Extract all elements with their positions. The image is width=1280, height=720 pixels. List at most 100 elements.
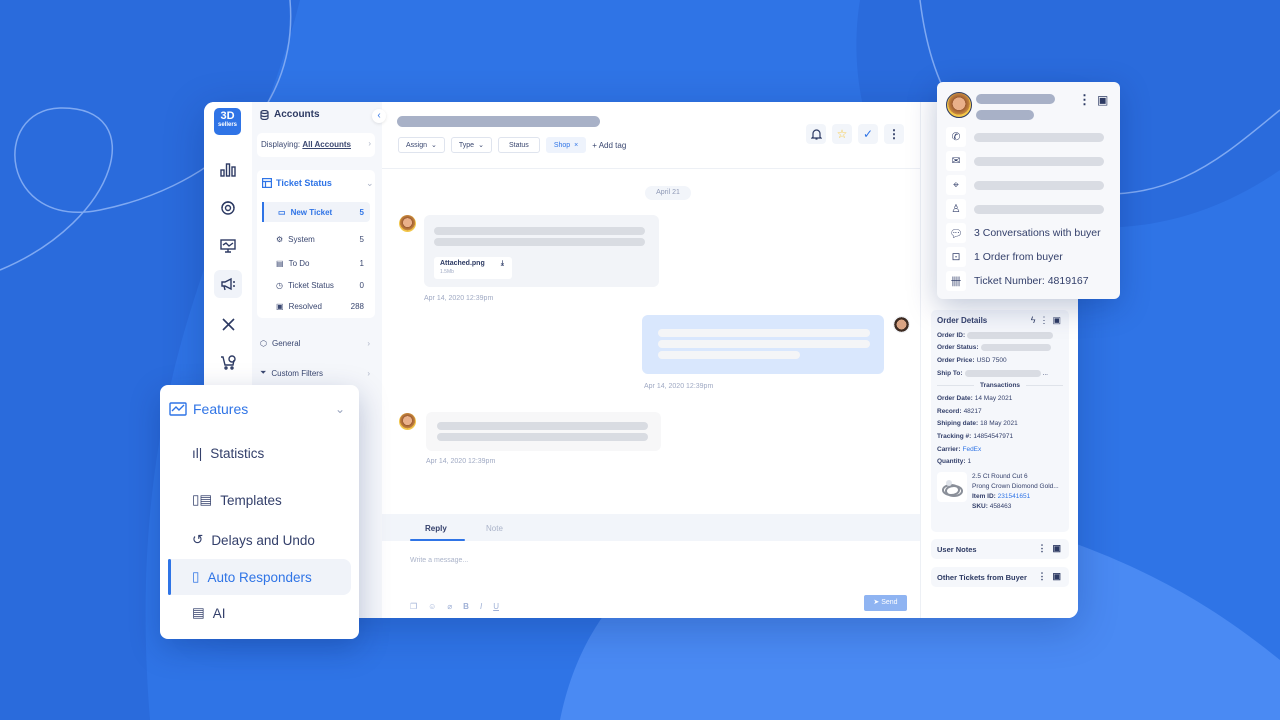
location-row: ⌖: [946, 175, 1104, 195]
item-label: To Do: [288, 258, 310, 268]
orders-row[interactable]: ⊡ 1 Order from buyer: [946, 247, 1063, 267]
features-header[interactable]: Features: [169, 401, 248, 417]
features-title: Features: [193, 401, 249, 417]
send-button[interactable]: ➤ Send: [864, 595, 907, 611]
star-icon[interactable]: ☆: [832, 124, 852, 144]
product-image: [937, 471, 967, 502]
status-button[interactable]: Status: [497, 137, 540, 153]
ellipsis: ...: [1042, 369, 1048, 377]
template-icon[interactable]: ❐: [410, 602, 417, 611]
emoji-icon[interactable]: ☺: [428, 602, 436, 611]
tab-reply[interactable]: Reply: [425, 524, 447, 533]
more-icon[interactable]: ⋮: [1037, 543, 1046, 554]
accounts-header: Accounts: [260, 109, 320, 120]
composer: Reply Note Write a message... ❐ ☺ ⌀ B I …: [382, 514, 920, 618]
message-input[interactable]: Write a message...: [410, 557, 468, 564]
feature-item-auto-responders[interactable]: ▯ Auto Responders: [168, 559, 351, 595]
conversations-count: 3 Conversations with buyer: [974, 227, 1101, 239]
expand-icon[interactable]: ▣: [1052, 543, 1061, 554]
download-icon[interactable]: ⤓: [501, 260, 504, 268]
label: Tracking #:: [937, 432, 972, 440]
statistics-icon[interactable]: [214, 156, 242, 184]
tools-icon[interactable]: [214, 310, 242, 338]
user-notes-title: User Notes: [937, 545, 977, 554]
more-icon[interactable]: ⋮: [1078, 92, 1091, 108]
bell-icon[interactable]: [806, 124, 826, 144]
phone-placeholder: [974, 132, 1104, 142]
ticket-status-header[interactable]: Ticket Status ⌄: [262, 178, 374, 188]
conversations-row[interactable]: 💬︎ 3 Conversations with buyer: [946, 223, 1101, 243]
chevron-right-icon: ›: [367, 368, 370, 378]
label: Item ID:: [972, 492, 996, 500]
cart-icon[interactable]: [214, 348, 242, 376]
ticket-status-item-system[interactable]: ⚙ System 5: [262, 229, 370, 249]
logo-subtext: sellers: [217, 122, 238, 128]
ticket-status-item-ticket-status[interactable]: ◷ Ticket Status 0: [262, 275, 370, 295]
support-icon[interactable]: [214, 194, 242, 222]
ticket-status-section: Ticket Status ⌄ ▭ New Ticket 5 ⚙ System 5 ▤ T…: [257, 170, 375, 318]
email-icon: ✉: [946, 151, 966, 171]
phone-icon: ✆: [946, 127, 966, 147]
sidebar-item-custom-filters[interactable]: ⏷ Custom Filters ›: [260, 368, 370, 378]
feature-item-templates[interactable]: ▯▤ Templates: [170, 482, 351, 518]
filter-icon: ⏷: [260, 368, 267, 377]
ticket-status-item-new-ticket[interactable]: ▭ New Ticket 5: [262, 202, 370, 222]
ticket-status-item-resolved[interactable]: ▣ Resolved 288: [262, 296, 370, 316]
close-icon[interactable]: ×: [574, 142, 578, 149]
collapse-panel-button[interactable]: ‹: [372, 109, 386, 123]
order-id-row: Order ID:: [937, 329, 1063, 342]
more-icon[interactable]: ⋮: [1039, 315, 1048, 326]
expand-icon[interactable]: ▣: [1097, 93, 1108, 107]
text-placeholder: [434, 238, 645, 246]
more-icon[interactable]: ⋮: [1037, 571, 1046, 582]
feature-label: Delays and Undo: [211, 532, 315, 548]
order-date-row: Order Date: 14 May 2021: [937, 392, 1063, 405]
ticket-actions: ☆ ✓ ⋮: [806, 124, 904, 144]
message-timestamp: Apr 14, 2020 12:39pm: [644, 383, 714, 390]
more-icon[interactable]: ⋮: [884, 124, 904, 144]
label: Record:: [937, 407, 962, 415]
shop-tag: Shop ×: [545, 137, 587, 153]
bold-button[interactable]: B: [463, 602, 469, 611]
assign-dropdown[interactable]: Assign ⌄: [398, 137, 445, 153]
value: USD 7500: [976, 356, 1007, 364]
attach-icon[interactable]: ⌀: [447, 602, 452, 611]
megaphone-icon[interactable]: [214, 270, 242, 298]
feature-item-delays-undo[interactable]: ↺ Delays and Undo: [170, 522, 351, 558]
monitor-icon[interactable]: [214, 232, 242, 260]
chevron-down-icon[interactable]: ⌄: [335, 402, 345, 416]
type-dropdown[interactable]: Type ⌄: [450, 137, 492, 153]
sidebar-item-general[interactable]: ⬡ General ›: [260, 339, 370, 348]
user-notes-section[interactable]: User Notes ⋮ ▣: [931, 539, 1069, 559]
feature-item-statistics[interactable]: ıl| Statistics: [170, 435, 351, 471]
check-icon[interactable]: ✓: [858, 124, 878, 144]
phone-row: ✆: [946, 127, 1104, 147]
brand-logo[interactable]: 3D sellers: [214, 108, 241, 135]
other-tickets-section[interactable]: Other Tickets from Buyer ⋮ ▣: [931, 567, 1069, 587]
item-id-link[interactable]: 231541651: [998, 493, 1031, 500]
italic-button[interactable]: I: [480, 602, 482, 611]
ticket-number: Ticket Number: 4819167: [974, 275, 1089, 287]
buyer-avatar: [946, 92, 972, 118]
expand-icon[interactable]: ▣: [1052, 571, 1061, 582]
templates-icon: ▯▤: [192, 492, 213, 507]
item-count: 5: [359, 234, 364, 244]
chevron-right-icon: ›: [368, 139, 371, 148]
expand-icon[interactable]: ▣: [1052, 315, 1061, 326]
email-placeholder: [974, 156, 1104, 166]
lightning-icon[interactable]: ϟ: [1031, 315, 1036, 326]
displaying-value[interactable]: All Accounts: [302, 140, 351, 149]
value[interactable]: FedEx: [962, 446, 981, 453]
ticket-status-item-todo[interactable]: ▤ To Do 1: [262, 253, 370, 273]
tab-note[interactable]: Note: [486, 524, 503, 533]
quantity-row: Quantity: 1: [937, 455, 1063, 468]
underline-button[interactable]: U: [493, 602, 499, 611]
attachment[interactable]: Attached.png 1.5Mb ⤓: [434, 257, 512, 279]
feature-label: Templates: [220, 492, 282, 508]
buyer-name-placeholder: [976, 94, 1055, 104]
feature-item-ai[interactable]: ▤ AI: [170, 595, 351, 631]
add-tag-button[interactable]: + Add tag: [592, 141, 626, 150]
displaying-selector[interactable]: Displaying: All Accounts ›: [257, 133, 375, 157]
buyer-username-placeholder: [976, 110, 1034, 120]
resolved-icon: ▣: [276, 301, 284, 311]
